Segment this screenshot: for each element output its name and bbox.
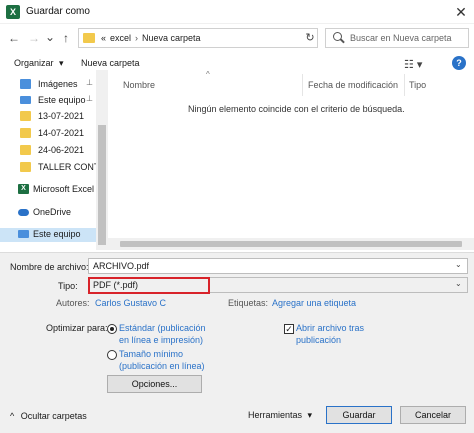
tags-label: Etiquetas: — [228, 298, 269, 308]
authors-label: Autores: — [56, 298, 90, 308]
optimize-label: Optimizar para: — [46, 323, 108, 333]
folder-icon — [20, 145, 31, 155]
address-bar[interactable]: «excel›Nueva carpeta ⌄ — [78, 28, 384, 48]
computer-icon — [18, 230, 29, 238]
column-header-type[interactable]: Tipo — [409, 80, 426, 90]
sort-ascending-icon: ^ — [206, 70, 210, 79]
column-divider[interactable] — [302, 74, 303, 96]
view-options-icon[interactable]: ☷ ▾ — [404, 58, 422, 71]
hide-folders-toggle[interactable]: ^ Ocultar carpetas — [10, 411, 87, 421]
breadcrumb-excel[interactable]: excel — [110, 33, 131, 43]
options-button[interactable]: Opciones... — [107, 375, 202, 393]
back-arrow-icon[interactable]: ← — [6, 29, 22, 47]
sidebar-item-label: Este equipo — [33, 229, 81, 239]
sidebar-item-label: 24-06-2021 — [38, 145, 85, 155]
sidebar-item-label: Microsoft Excel — [33, 184, 95, 194]
tools-chevron-icon: ▾ — [307, 410, 313, 420]
close-icon[interactable]: ✕ — [452, 3, 470, 21]
column-header-name[interactable]: Nombre — [123, 80, 155, 90]
hide-folders-label: Ocultar carpetas — [20, 411, 87, 421]
sidebar-item-label: OneDrive — [33, 207, 72, 217]
option-standard-line1: Estándar (publicación — [119, 323, 206, 333]
chevron-up-icon: ^ — [10, 411, 15, 421]
excel-icon: X — [6, 5, 20, 19]
computer-icon — [20, 96, 31, 104]
window-title: Guardar como — [26, 6, 90, 17]
sidebar-item-label: Este equipo — [38, 95, 86, 105]
authors-field[interactable]: Carlos Gustavo C — [95, 298, 166, 308]
search-icon — [333, 32, 342, 41]
file-list-scrollbar-thumb[interactable] — [120, 241, 462, 247]
breadcrumb: « excel › Nueva carpeta — [101, 33, 201, 43]
images-icon — [20, 79, 31, 89]
column-divider[interactable] — [404, 74, 405, 96]
file-type-label: Tipo: — [58, 281, 78, 291]
radio-standard[interactable] — [107, 324, 117, 334]
help-icon[interactable]: ? — [452, 56, 466, 70]
pin-icon: ⊥ — [86, 94, 93, 103]
tags-field[interactable]: Agregar una etiqueta — [272, 298, 356, 308]
pin-icon: ⊥ — [86, 78, 93, 87]
open-after-line1: Abrir archivo tras — [296, 323, 365, 333]
sidebar-item-taller-contr[interactable]: TALLER CONTR — [0, 161, 106, 175]
refresh-icon[interactable]: ↻ — [302, 29, 318, 47]
folder-icon — [20, 128, 31, 138]
sidebar-scrollbar-thumb[interactable] — [98, 125, 106, 245]
sidebar-item-14-07-2021[interactable]: 14-07-2021 — [0, 127, 96, 141]
organize-chevron-icon: ▾ — [59, 58, 64, 68]
open-after-line2: publicación — [296, 335, 342, 345]
option-minimum-line1: Tamaño mínimo — [119, 349, 184, 359]
sidebar-item-este-equipo-pinned[interactable]: Este equipo ⊥ — [0, 94, 96, 108]
excel-icon: X — [18, 184, 29, 194]
up-arrow-icon[interactable]: ↑ — [58, 29, 74, 47]
radio-minimum-size[interactable] — [107, 350, 117, 360]
folder-icon — [20, 111, 31, 121]
organize-label: Organizar — [14, 58, 54, 68]
new-folder-button[interactable]: Nueva carpeta — [81, 58, 140, 68]
forward-arrow-icon[interactable]: → — [26, 29, 42, 47]
file-type-highlight — [88, 277, 210, 294]
cancel-button[interactable]: Cancelar — [400, 406, 466, 424]
column-header-date[interactable]: Fecha de modificación — [308, 80, 398, 90]
breadcrumb-separator-icon: › — [135, 33, 139, 43]
sidebar-item-microsoft-excel[interactable]: X Microsoft Excel — [0, 183, 96, 197]
filename-label: Nombre de archivo: — [10, 262, 89, 272]
search-input[interactable]: Buscar en Nueva carpeta — [325, 28, 469, 48]
sidebar-item-label: 13-07-2021 — [38, 111, 85, 121]
sidebar-item-24-06-2021[interactable]: 24-06-2021 — [0, 144, 96, 158]
sidebar-item-onedrive[interactable]: OneDrive — [0, 206, 96, 220]
empty-results-message: Ningún elemento coincide con el criterio… — [188, 104, 405, 114]
sidebar-item-imagenes[interactable]: Imágenes ⊥ — [0, 78, 96, 92]
sidebar-item-este-equipo[interactable]: Este equipo — [0, 228, 96, 242]
option-standard-label[interactable]: Estándar (publicación en línea e impresi… — [119, 322, 206, 346]
tools-label: Herramientas — [248, 410, 303, 420]
save-button[interactable]: Guardar — [326, 406, 392, 424]
folder-icon — [83, 33, 95, 43]
sidebar-item-13-07-2021[interactable]: 13-07-2021 — [0, 110, 96, 124]
open-after-publish-checkbox[interactable]: ✓ — [284, 324, 294, 334]
filename-value: ARCHIVO.pdf — [93, 261, 150, 271]
breadcrumb-nueva-carpeta[interactable]: Nueva carpeta — [142, 33, 201, 43]
search-placeholder: Buscar en Nueva carpeta — [350, 33, 452, 43]
open-after-publish-label[interactable]: Abrir archivo tras publicación — [296, 322, 364, 346]
option-minimum-size-label[interactable]: Tamaño mínimo (publicación en línea) — [119, 348, 205, 372]
organize-button[interactable]: Organizar ▾ — [14, 58, 64, 69]
option-minimum-line2: (publicación en línea) — [119, 361, 205, 371]
chevron-down-icon[interactable]: ⌄ — [455, 279, 462, 288]
tools-button[interactable]: Herramientas ▾ — [248, 410, 312, 421]
option-standard-line2: en línea e impresión) — [119, 335, 204, 345]
sidebar-item-label: Imágenes — [38, 79, 78, 89]
filename-field[interactable]: ARCHIVO.pdf ⌄ — [88, 258, 468, 274]
breadcrumb-overflow[interactable]: « — [101, 33, 106, 43]
folder-icon — [20, 162, 31, 172]
chevron-down-icon[interactable]: ⌄ — [455, 260, 462, 269]
cloud-icon — [18, 209, 29, 216]
recent-locations-chevron-icon[interactable]: ⌄ — [42, 28, 58, 46]
sidebar-item-label: 14-07-2021 — [38, 128, 85, 138]
